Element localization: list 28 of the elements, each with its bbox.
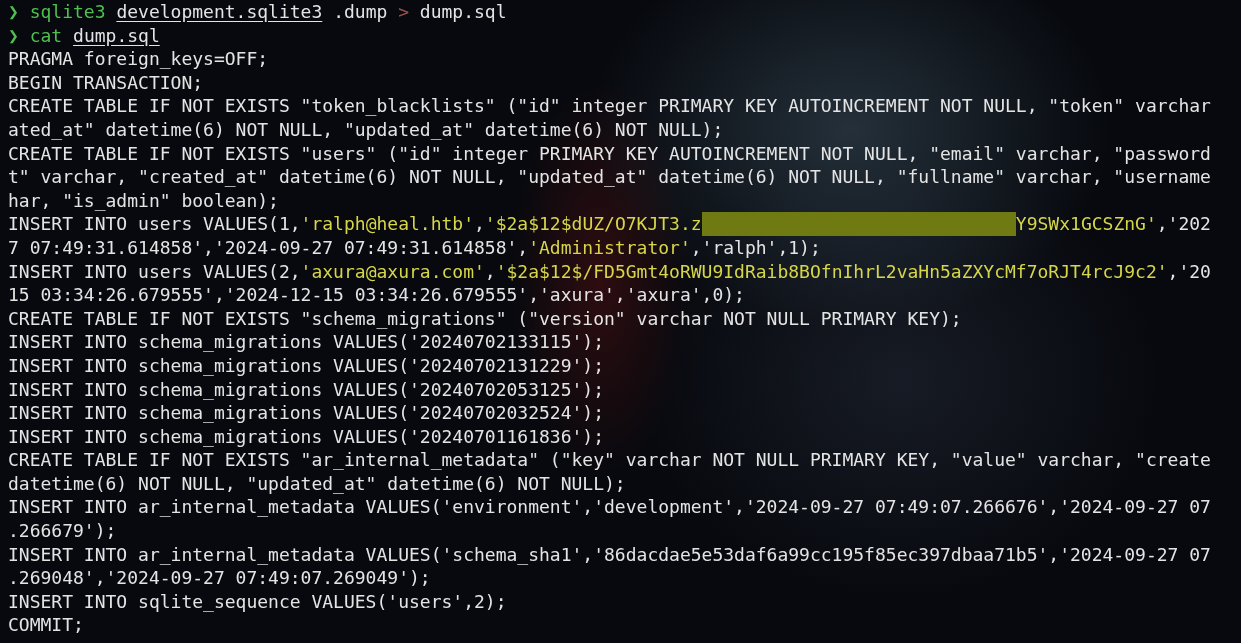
terminal-text: CREATE TABLE IF NOT EXISTS "users" ("id" integer PRIMARY KEY AUTOINCREMENT NOT NULL, "email" varchar, "password [8,141,1211,166]
terminal-text: COMMIT; [8,613,84,638]
terminal-text: INSERT INTO sqlite_sequence VALUES('users',2); [8,589,507,614]
terminal-text: Y9SWx1GCSZnG','202 [1015,212,1211,236]
terminal-text: datetime(6) NOT NULL, "updated_at" datetime(6) NOT NULL); [8,471,626,496]
terminal-text: .266679'); [8,519,117,543]
terminal-text: 7 07:49:31.614858','2024-09-27 07:49:31.614858','Administrator','ralph',1); [8,235,821,260]
terminal-text: ❯ cat dump.sql [8,23,160,48]
terminal-text: BEGIN TRANSACTION; [8,70,204,95]
terminal-text: t" varchar, "created_at" datetime(6) NOT NULL, "updated_at" datetime(6) NOT NULL, "fullname" varchar, "username [8,165,1211,189]
terminal-text: CREATE TABLE IF NOT EXISTS "schema_migrations" ("version" varchar NOT NULL PRIMARY KEY); [8,306,962,331]
terminal-text: INSERT INTO schema_migrations VALUES('20240701161836'); [8,424,605,449]
terminal-text: CREATE TABLE IF NOT EXISTS "token_blacklists" ("id" integer PRIMARY KEY AUTOINCREMENT NOT NULL, "token" varchar [8,94,1211,118]
terminal-text: .269048','2024-09-27 07:49:07.269049'); [8,566,431,590]
terminal-text: PRAGMA foreign_keys=OFF; [8,47,269,71]
terminal-text: INSERT INTO ar_internal_metadata VALUES('environment','development','2024-09-27 07:49:07.266676','2024-09-27 07 [8,495,1211,520]
terminal-text: 15 03:34:26.679555','2024-12-15 03:34:26.679555','axura','axura',0); [8,283,745,307]
terminal-text: ❯ sqlite3 development.sqlite3 .dump > dump.sql [8,0,507,24]
terminal-text: ated_at" datetime(6) NOT NULL, "updated_at" datetime(6) NOT NULL); [8,117,724,142]
terminal-text: INSERT INTO schema_migrations VALUES('20240702133115'); [8,330,605,354]
terminal-text: INSERT INTO users VALUES(2,'axura@axura.com','$2a$12$/FD5Gmt4oRWU9IdRaib8BOfnIhrL2vaHn5aZXYcMf7oRJT4rcJ9c2','20 [8,259,1211,284]
terminal-text: INSERT INTO schema_migrations VALUES('20240702053125'); [8,377,605,402]
terminal-text: INSERT INTO users VALUES(1,'ralph@heal.htb','$2a$12$dUZ/O7KJT3.z [8,212,702,236]
terminal-text: INSERT INTO schema_migrations VALUES('20240702032524'); [8,401,605,425]
terminal-text: INSERT INTO schema_migrations VALUES('20240702131229'); [8,353,605,378]
terminal-text: CREATE TABLE IF NOT EXISTS "ar_internal_metadata" ("key" varchar NOT NULL PRIMARY KEY, "value" varchar, "create [8,448,1211,472]
terminal-text: INSERT INTO ar_internal_metadata VALUES('schema_sha1','86dacdae5e53daf6a99cc195f85ec397dbaa71b5','2024-09-27 07 [8,542,1211,567]
terminal-text: har, "is_admin" boolean); [8,188,279,213]
